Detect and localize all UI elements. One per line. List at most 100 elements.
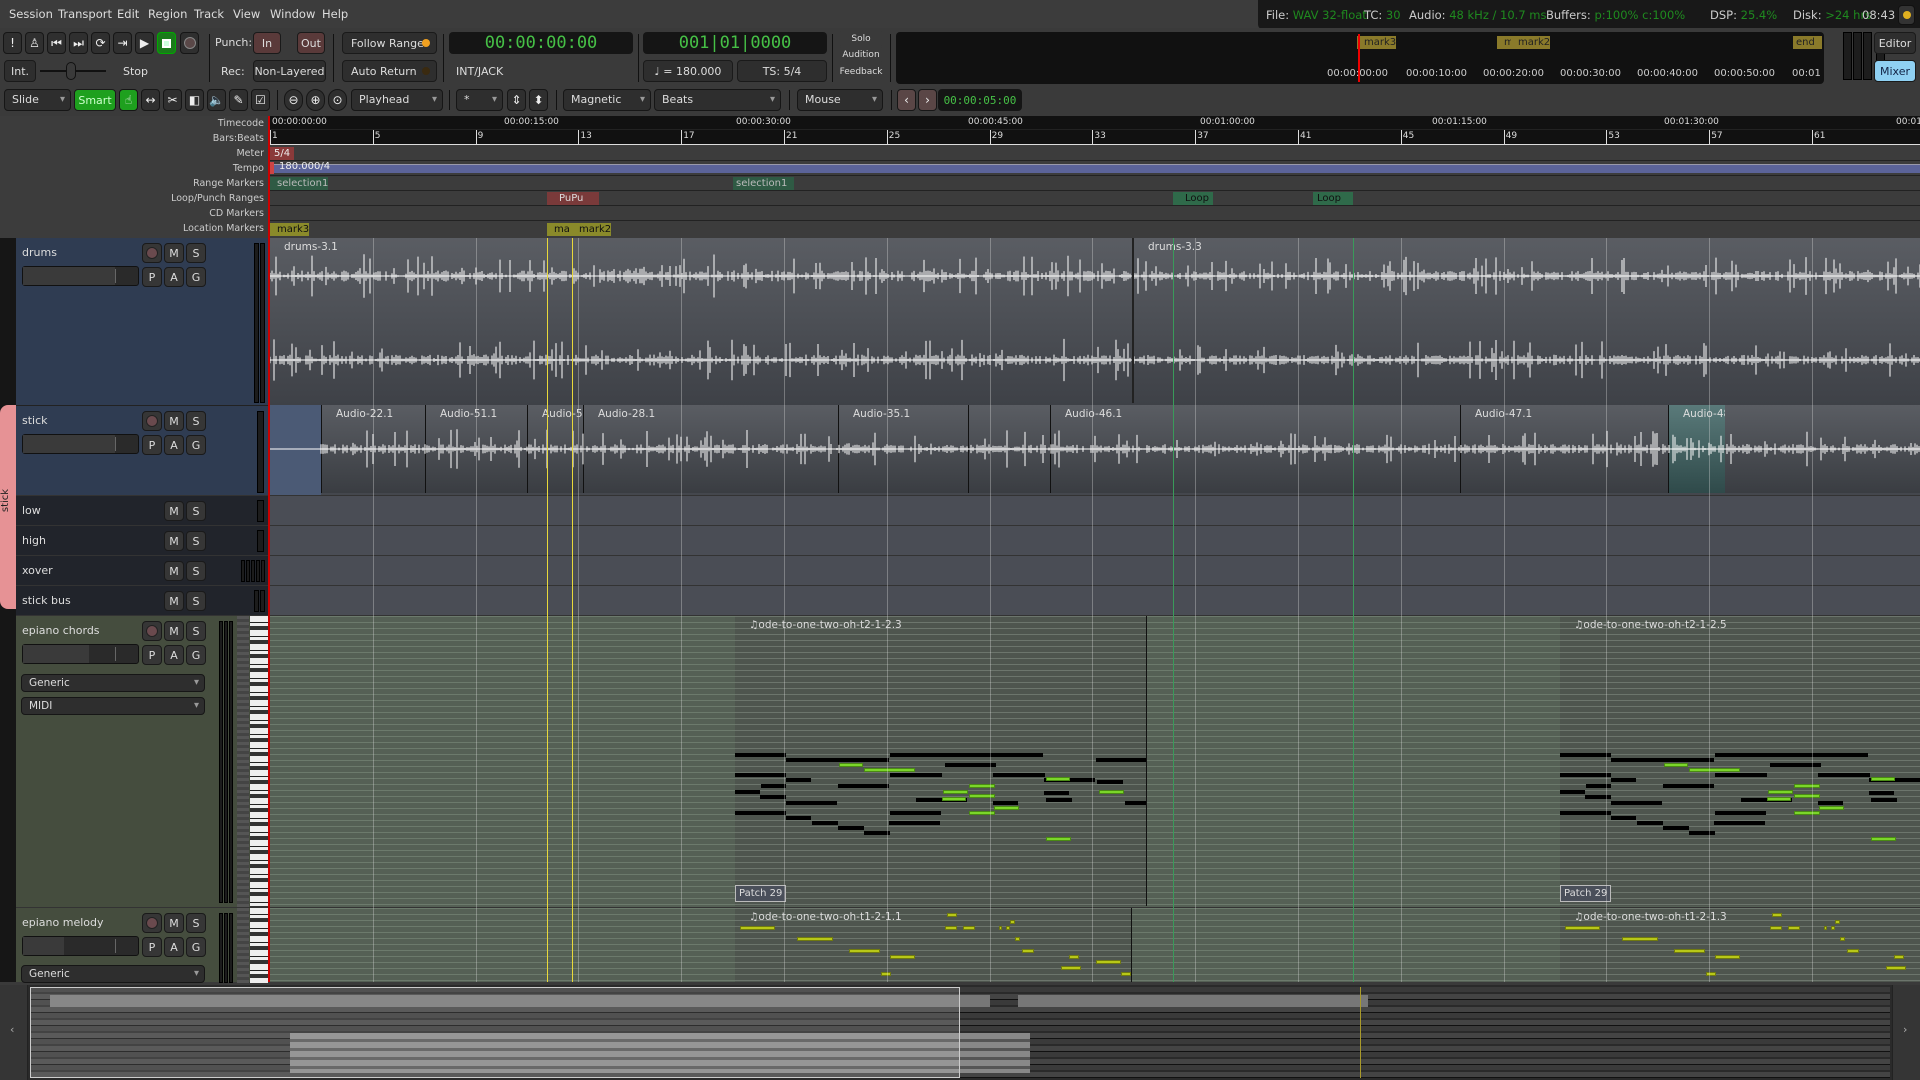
midi-note[interactable]: [1794, 784, 1820, 788]
summary-scroll-left-button[interactable]: ‹: [0, 985, 28, 1080]
mini-marker-end[interactable]: end: [1793, 36, 1822, 49]
menu-view[interactable]: View: [233, 7, 260, 21]
track-header-high[interactable]: high M S: [16, 525, 268, 555]
punch-in-button[interactable]: In: [253, 32, 281, 54]
mute-button[interactable]: M: [164, 411, 184, 431]
automation-button[interactable]: A: [164, 645, 184, 665]
midi-note[interactable]: [838, 826, 864, 830]
summary-scroll-right-button[interactable]: ›: [1892, 985, 1920, 1080]
midi-note[interactable]: [1788, 926, 1800, 930]
menu-region[interactable]: Region: [148, 7, 187, 21]
midi-note[interactable]: [735, 753, 786, 757]
error-log-button[interactable]: [1898, 5, 1915, 25]
grab-tool-button[interactable]: ☝: [119, 89, 138, 111]
zoom-out-button[interactable]: ⊖: [284, 89, 303, 111]
midi-note[interactable]: [1096, 758, 1146, 762]
midi-note[interactable]: [838, 784, 889, 788]
midi-note[interactable]: [999, 926, 1002, 930]
track-header-stick[interactable]: stick M S P A G: [16, 405, 268, 495]
midi-note[interactable]: [1831, 926, 1835, 930]
midi-note[interactable]: [1010, 920, 1015, 924]
stop-button[interactable]: [157, 32, 176, 54]
mute-button[interactable]: M: [164, 621, 184, 641]
menu-edit[interactable]: Edit: [117, 7, 139, 21]
midi-note[interactable]: [1819, 806, 1844, 810]
smart-mode-button[interactable]: Smart: [74, 89, 116, 111]
edit-mode-dropdown[interactable]: Slide: [4, 89, 71, 111]
solo-button[interactable]: S: [186, 913, 206, 933]
midi-note[interactable]: [1824, 926, 1827, 930]
midi-mode-dropdown[interactable]: MIDI: [21, 697, 205, 715]
group-button[interactable]: G: [186, 267, 206, 287]
midi-note[interactable]: [786, 816, 811, 820]
loop-button[interactable]: ⟳: [91, 32, 110, 54]
midi-note[interactable]: [1044, 791, 1069, 795]
region-midi-melody-2[interactable]: ♫ode-to-one-two-oh-t1-2-1.3: [1560, 908, 1920, 982]
midi-note[interactable]: [941, 753, 1043, 757]
midi-note[interactable]: [1061, 966, 1081, 970]
midi-note[interactable]: [1794, 794, 1820, 798]
midi-note[interactable]: [1847, 949, 1859, 953]
midi-note[interactable]: [1611, 758, 1714, 762]
primary-clock[interactable]: 00:00:00:00: [449, 32, 633, 54]
midi-note[interactable]: [1818, 801, 1843, 805]
midi-note[interactable]: [1689, 768, 1740, 772]
midi-note[interactable]: [1869, 791, 1894, 795]
mute-button[interactable]: M: [164, 531, 184, 551]
goto-start-button[interactable]: ⏮: [47, 32, 66, 54]
midi-note[interactable]: [1840, 937, 1845, 941]
midi-note[interactable]: [890, 753, 941, 757]
zoom-to-session-button[interactable]: ⊙: [328, 89, 347, 111]
playlist-button[interactable]: P: [142, 435, 162, 455]
solo-button[interactable]: S: [186, 411, 206, 431]
group-button[interactable]: G: [186, 937, 206, 957]
meter-ruler[interactable]: 5/4: [270, 146, 1920, 161]
menu-help[interactable]: Help: [322, 7, 348, 21]
track-name[interactable]: stick bus: [22, 594, 71, 607]
gain-fader[interactable]: [22, 266, 139, 286]
midi-note[interactable]: [890, 811, 941, 815]
draw-tool-button[interactable]: ✎: [229, 89, 248, 111]
menu-session[interactable]: Session: [9, 7, 53, 21]
cut-tool-button[interactable]: ✂: [163, 89, 182, 111]
solo-button[interactable]: S: [186, 591, 206, 611]
midi-note[interactable]: [797, 937, 833, 941]
range-markers-ruler[interactable]: selection1 selection1: [270, 176, 1920, 191]
midi-note[interactable]: [1886, 966, 1906, 970]
midi-note[interactable]: [890, 955, 915, 959]
record-arm-button[interactable]: [142, 243, 162, 263]
midi-note[interactable]: [786, 801, 837, 805]
midi-note[interactable]: [735, 790, 760, 794]
track-header-stick-bus[interactable]: stick bus M S: [16, 585, 268, 615]
play-button[interactable]: ▶: [135, 32, 154, 54]
panic-button[interactable]: !: [3, 32, 22, 54]
automation-button[interactable]: A: [164, 937, 184, 957]
mute-button[interactable]: M: [164, 501, 184, 521]
midi-note[interactable]: [735, 811, 786, 815]
midi-note[interactable]: [1715, 773, 1767, 777]
midi-note[interactable]: [1689, 831, 1715, 835]
solo-button[interactable]: S: [186, 561, 206, 581]
location-marker-mark2[interactable]: mark2: [572, 223, 612, 236]
stretch-tool-button[interactable]: ◧: [185, 89, 204, 111]
zoom-in-button[interactable]: ⊕: [306, 89, 325, 111]
solo-button[interactable]: Solo: [838, 31, 884, 46]
feedback-button[interactable]: Feedback: [838, 64, 884, 79]
midi-note[interactable]: [1069, 955, 1079, 959]
summary-view-box[interactable]: [30, 987, 960, 1078]
region-drums-3-1[interactable]: drums-3.1: [270, 238, 1132, 403]
midi-note[interactable]: [1715, 753, 1766, 757]
midi-note[interactable]: [1611, 778, 1636, 782]
midi-note[interactable]: [1046, 777, 1070, 781]
midi-note[interactable]: [864, 768, 915, 772]
grid-type-dropdown[interactable]: Beats: [654, 89, 781, 111]
timecode-ruler[interactable]: 00:00:00:00 00:00:15:00 00:00:30:00 00:00:4…: [270, 116, 1920, 130]
midi-note[interactable]: [1125, 801, 1146, 805]
region-midi-chords-1[interactable]: ♫ode-to-one-two-oh-t2-1-2.3 Patch 29: [735, 616, 1147, 906]
midi-note[interactable]: [1894, 955, 1904, 959]
goto-end-button[interactable]: ⏭: [69, 32, 88, 54]
midi-note[interactable]: [1560, 753, 1611, 757]
midi-note[interactable]: [1006, 926, 1010, 930]
mute-button[interactable]: M: [164, 591, 184, 611]
group-button[interactable]: G: [186, 435, 206, 455]
